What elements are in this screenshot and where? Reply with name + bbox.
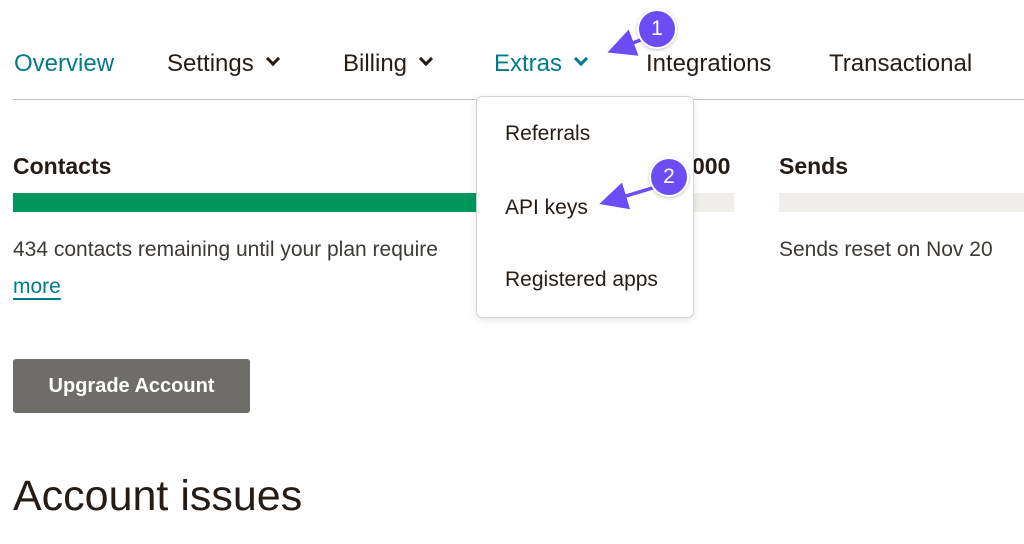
annotation-callout-2: 2: [649, 157, 689, 197]
sends-progress-bar: [779, 193, 1024, 212]
tab-transactional-label: Transactional: [829, 50, 973, 77]
top-nav: Overview Settings Billing Extras Integra…: [0, 0, 1024, 100]
menu-item-api-keys[interactable]: API keys: [505, 194, 588, 222]
upgrade-account-button[interactable]: Upgrade Account: [13, 359, 250, 413]
chevron-down-icon: [265, 51, 280, 67]
tab-transactional[interactable]: Transactional: [829, 48, 972, 80]
sends-label: Sends: [779, 153, 849, 179]
menu-item-registered-apps[interactable]: Registered apps: [505, 266, 658, 294]
tab-overview-label: Overview: [14, 50, 115, 77]
chevron-down-icon: [418, 51, 434, 67]
annotation-callout-1: 1: [637, 9, 677, 49]
tab-settings-label: Settings: [167, 50, 254, 77]
tab-integrations-label: Integrations: [646, 50, 772, 77]
contacts-remaining-text: 434 contacts remaining until your plan r…: [13, 238, 438, 261]
learn-more-link[interactable]: more: [13, 274, 61, 300]
tab-extras-label: Extras: [494, 50, 563, 77]
tab-billing[interactable]: Billing: [343, 48, 434, 80]
chevron-down-icon: [573, 51, 589, 67]
tab-integrations[interactable]: Integrations: [646, 48, 771, 80]
contacts-limit-value: 000: [692, 153, 731, 179]
tab-billing-label: Billing: [343, 50, 408, 77]
tab-extras[interactable]: Extras: [494, 48, 589, 80]
sends-reset-text: Sends reset on Nov 20: [779, 238, 993, 261]
extras-dropdown-menu: Referrals API keys Registered apps: [476, 96, 694, 318]
account-issues-heading: Account issues: [13, 472, 303, 520]
tab-overview[interactable]: Overview: [14, 48, 114, 80]
contacts-label: Contacts: [13, 153, 112, 179]
menu-item-referrals[interactable]: Referrals: [505, 120, 590, 148]
tab-settings[interactable]: Settings: [167, 48, 280, 80]
